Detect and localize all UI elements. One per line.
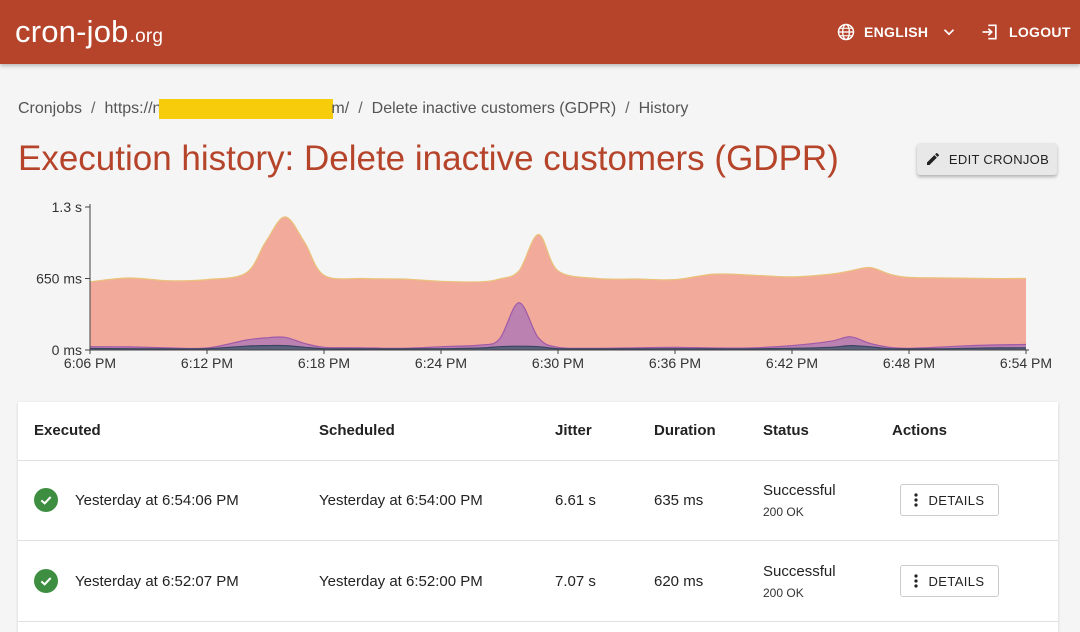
redaction-block [159,99,334,119]
chevron-down-icon [944,29,955,36]
top-app-bar: cron-job.org ENGLISH LOGOUT [0,0,1080,64]
breadcrumb: Cronjobs / https://n m/ / Delete inactive… [18,99,688,119]
language-selector[interactable]: ENGLISH [836,20,958,44]
logout-button[interactable]: LOGOUT [980,20,1071,44]
column-scheduled: Scheduled [319,422,395,439]
history-table: Executed Scheduled Jitter Duration Statu… [18,402,1058,632]
check-circle-icon [34,488,58,512]
x-tick-label: 6:24 PM [415,355,467,371]
logout-label: LOGOUT [1009,24,1071,40]
y-tick-label: 1.3 s [52,199,82,215]
table-header: Executed Scheduled Jitter Duration Statu… [18,402,1058,461]
breadcrumb-url-prefix[interactable]: https:// [104,100,152,118]
column-executed: Executed [34,422,101,439]
logo-main: cron-job [15,14,129,49]
duration-value: 620 ms [654,573,704,590]
status-code: 200 OK [763,586,804,600]
status-text: Successful [763,563,836,580]
details-label: DETAILS [928,573,985,589]
x-tick-label: 6:54 PM [1000,355,1052,371]
x-tick-label: 6:36 PM [649,355,701,371]
logout-icon [982,24,997,40]
details-button[interactable]: DETAILS [900,484,999,516]
check-circle-icon [34,569,58,593]
edit-cronjob-label: EDIT CRONJOB [948,151,1050,167]
logo[interactable]: cron-job.org [15,14,163,55]
more-vert-icon [914,574,919,588]
breadcrumb-separator: / [625,100,630,117]
x-tick-label: 6:48 PM [883,355,935,371]
page-title: Execution history: Delete inactive custo… [18,139,839,178]
status-text: Successful [763,482,836,499]
breadcrumb-url-end[interactable]: m/ [331,100,349,118]
logo-tld: .org [129,26,164,47]
details-button[interactable]: DETAILS [900,565,999,597]
globe-icon [837,23,855,41]
jitter-value: 6.61 s [555,492,596,509]
jitter-value: 7.07 s [555,573,596,590]
x-tick-label: 6:18 PM [298,355,350,371]
x-tick-label: 6:42 PM [766,355,818,371]
column-duration: Duration [654,422,716,439]
column-status: Status [763,422,809,439]
x-tick-label: 6:30 PM [532,355,584,371]
table-row: Yesterday at 6:54:06 PM Yesterday at 6:5… [18,460,1058,541]
x-tick-label: 6:12 PM [181,355,233,371]
edit-cronjob-button[interactable]: EDIT CRONJOB [917,143,1057,175]
pencil-icon [926,152,939,165]
column-actions: Actions [892,422,948,439]
breadcrumb-history: History [638,100,689,117]
column-jitter: Jitter [555,422,592,439]
scheduled-time: Yesterday at 6:54:00 PM [319,492,483,509]
execution-duration-chart: 0 ms650 ms1.3 s6:06 PM 6:12 PM 6:18 PM 6:24… [36,199,1052,371]
duration-value: 635 ms [654,492,704,509]
y-tick-label: 650 ms [36,271,82,287]
breadcrumb-separator: / [358,100,363,117]
breadcrumb-separator: / [91,100,96,117]
details-label: DETAILS [928,492,985,508]
language-label: ENGLISH [864,24,929,40]
status-code: 200 OK [763,505,804,519]
scheduled-time: Yesterday at 6:52:00 PM [319,573,483,590]
more-vert-icon [914,493,919,507]
breadcrumb-cronjobs[interactable]: Cronjobs [18,100,82,118]
executed-time: Yesterday at 6:54:06 PM [75,492,239,509]
table-row: Yesterday at 6:52:07 PM Yesterday at 6:5… [18,541,1058,622]
executed-time: Yesterday at 6:52:07 PM [75,573,239,590]
x-tick-label: 6:06 PM [64,355,116,371]
series-0-area [90,216,1026,350]
breadcrumb-cronjob-name[interactable]: Delete inactive customers (GDPR) [372,100,617,118]
